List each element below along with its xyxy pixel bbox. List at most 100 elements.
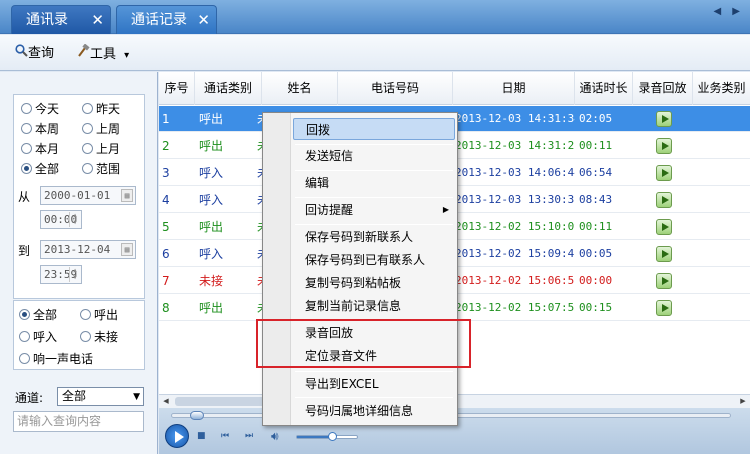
column-header[interactable]: 业务类别 — [693, 72, 750, 105]
previous-icon[interactable]: ⏮ — [221, 431, 231, 441]
calendar-icon[interactable]: ▦ — [121, 189, 133, 202]
highlight-frame — [256, 319, 471, 368]
menu-item-follow-up-reminder[interactable]: 回访提醒 ▶ — [293, 199, 455, 221]
duration-cell: 00:15 — [579, 301, 613, 314]
date-cell: 2013-12-02 15:09:42 — [455, 247, 575, 260]
volume-slider[interactable] — [296, 432, 358, 441]
call-type-cell: 未接 — [199, 274, 224, 288]
menu-item-copy-number[interactable]: 复制号码到粘帖板 — [293, 272, 455, 294]
radio-dot — [82, 143, 93, 154]
radio-type-incoming[interactable]: 呼入 — [19, 329, 57, 345]
column-header[interactable]: 录音回放 — [633, 72, 693, 105]
row-number: 7 — [162, 274, 170, 288]
play-recording-icon[interactable] — [656, 165, 672, 181]
column-header[interactable]: 日期 — [453, 72, 575, 105]
duration-cell: 02:05 — [579, 112, 613, 125]
row-number: 6 — [162, 247, 170, 261]
play-recording-icon[interactable] — [656, 192, 672, 208]
tab-contacts[interactable]: 通讯录 ✕ — [11, 5, 111, 34]
menu-item-save-new-contact[interactable]: 保存号码到新联系人 — [293, 226, 455, 248]
date-cell: 2013-12-03 14:31:34 — [455, 112, 575, 125]
radio-type-outgoing[interactable]: 呼出 — [80, 307, 118, 323]
search-icon — [14, 44, 28, 63]
search-button[interactable]: 查询 — [14, 44, 54, 62]
menu-item-number-location[interactable]: 号码归属地详细信息 — [293, 400, 455, 422]
menu-item-send-sms[interactable]: 发送短信 — [293, 145, 455, 167]
radio-dot-selected — [19, 309, 30, 320]
play-icon[interactable] — [165, 424, 189, 448]
menu-separator — [295, 197, 453, 198]
date-cell: 2013-12-02 15:06:52 — [455, 274, 575, 287]
spinner-icon[interactable]: ▲ ▼ — [69, 267, 80, 282]
to-date-field[interactable]: 2013-12-04 ▦ — [40, 240, 136, 259]
play-recording-icon[interactable] — [656, 273, 672, 289]
column-header[interactable]: 序号 — [159, 72, 195, 105]
menu-item-export-excel[interactable]: 导出到EXCEL — [293, 373, 455, 395]
row-number: 8 — [162, 301, 170, 315]
radio-range[interactable]: 范围 — [82, 161, 120, 177]
call-type-cell: 呼出 — [199, 220, 224, 234]
seek-knob[interactable] — [190, 411, 204, 420]
stop-icon[interactable]: ■ — [197, 431, 207, 441]
radio-today[interactable]: 今天 — [21, 101, 59, 117]
from-label: 从 — [18, 190, 31, 204]
channel-select[interactable]: 全部 ▼ — [57, 387, 144, 406]
menu-item-copy-record[interactable]: 复制当前记录信息 — [293, 295, 455, 317]
volume-icon[interactable]: 🔊︎ — [271, 430, 281, 442]
query-input[interactable]: 请输入查询内容 — [13, 411, 144, 432]
radio-type-missed[interactable]: 未接 — [80, 329, 118, 345]
radio-this-week[interactable]: 本周 — [21, 121, 59, 137]
row-number: 2 — [162, 139, 170, 153]
menu-item-edit[interactable]: 编辑 — [293, 172, 455, 194]
scroll-right-icon[interactable]: ▶ — [736, 395, 750, 408]
tools-button[interactable]: 工具 ▾ — [76, 43, 129, 62]
from-date-field[interactable]: 2000-01-01 ▦ — [40, 186, 136, 205]
call-type-cell: 呼出 — [199, 112, 224, 126]
radio-yesterday[interactable]: 昨天 — [82, 101, 120, 117]
menu-item-callback[interactable]: 回拨 — [293, 118, 455, 140]
scrollbar-thumb[interactable] — [175, 397, 265, 406]
date-cell: 2013-12-03 14:31:21 — [455, 139, 575, 152]
radio-last-week[interactable]: 上周 — [82, 121, 120, 137]
play-recording-icon[interactable] — [656, 111, 672, 127]
from-time-field[interactable]: 00:00 ▲ ▼ — [40, 210, 82, 229]
channel-label: 通道: — [15, 391, 44, 405]
column-header[interactable]: 电话号码 — [338, 72, 453, 105]
volume-knob[interactable] — [328, 432, 337, 441]
column-header[interactable]: 通话类别 — [195, 72, 262, 105]
menu-separator — [295, 170, 453, 171]
radio-type-all[interactable]: 全部 — [19, 307, 57, 323]
table-header: 序号 通话类别 姓名 电话号码 日期 通话时长 录音回放 业务类别 — [159, 72, 750, 105]
radio-this-month[interactable]: 本月 — [21, 141, 59, 157]
next-icon[interactable]: ⏭ — [245, 431, 255, 441]
play-recording-icon[interactable] — [656, 219, 672, 235]
chevron-right-icon: ▶ — [442, 205, 449, 214]
to-time-field[interactable]: 23:59 ▲ ▼ — [40, 265, 82, 284]
call-type-cell: 呼入 — [199, 247, 224, 261]
search-label: 查询 — [28, 46, 55, 61]
menu-item-save-existing-contact[interactable]: 保存号码到已有联系人 — [293, 249, 455, 271]
play-recording-icon[interactable] — [656, 138, 672, 154]
menu-separator — [295, 397, 453, 398]
radio-all-dates[interactable]: 全部 — [21, 161, 59, 177]
play-recording-icon[interactable] — [656, 246, 672, 262]
call-type-cell: 呼入 — [199, 193, 224, 207]
tab-call-records[interactable]: 通话记录 ✕ — [116, 5, 217, 34]
radio-last-month[interactable]: 上月 — [82, 141, 120, 157]
play-recording-icon[interactable] — [656, 300, 672, 316]
calendar-icon[interactable]: ▦ — [121, 243, 133, 256]
close-icon[interactable]: ✕ — [91, 6, 104, 35]
close-icon[interactable]: ✕ — [197, 6, 210, 35]
radio-dot-selected — [21, 163, 32, 174]
radio-dot — [21, 143, 32, 154]
column-header[interactable]: 姓名 — [262, 72, 338, 105]
scroll-left-icon[interactable]: ◀ — [159, 395, 173, 408]
row-number: 1 — [162, 112, 170, 126]
column-header[interactable]: 通话时长 — [575, 72, 633, 105]
menu-separator — [295, 224, 453, 225]
call-type-cell: 呼入 — [199, 166, 224, 180]
spinner-icon[interactable]: ▲ ▼ — [69, 212, 80, 227]
tab-scroll-arrows-icon[interactable]: ◀ ▶ — [713, 6, 744, 17]
radio-type-ring-once[interactable]: 响一声电话 — [19, 351, 93, 367]
duration-cell: 06:54 — [579, 166, 613, 179]
